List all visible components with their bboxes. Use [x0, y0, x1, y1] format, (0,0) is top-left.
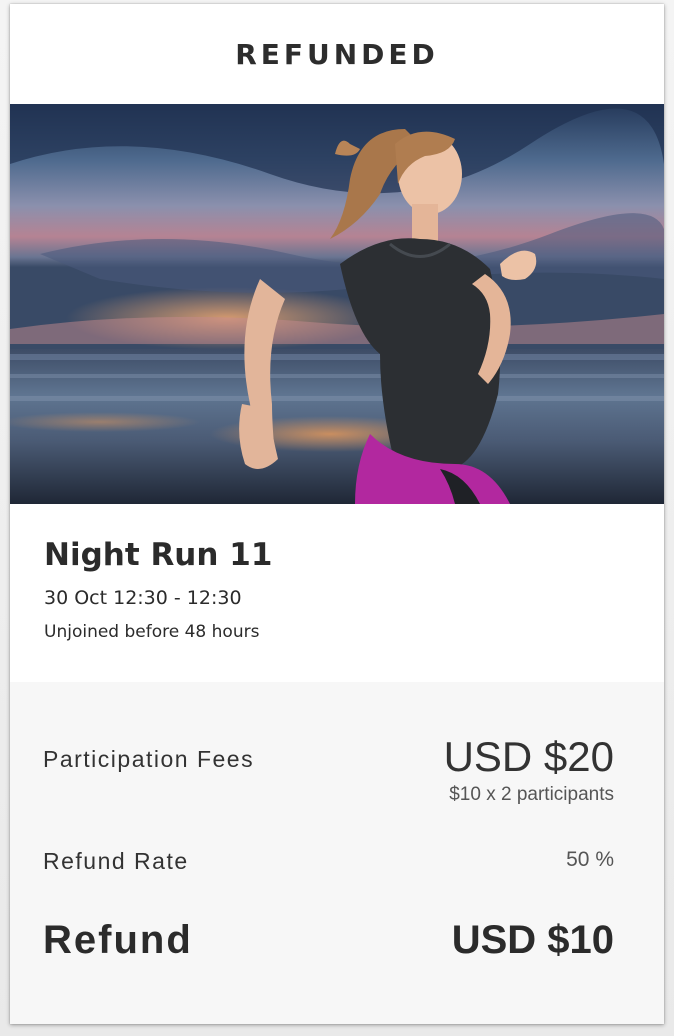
participation-fees-label: Participation Fees [43, 746, 255, 772]
participation-fees-row: Participation Fees USD $20 $10 x 2 parti… [43, 734, 614, 806]
event-hero-image [10, 104, 664, 504]
participation-fees-amount: USD $20 [443, 733, 614, 780]
status-title: REFUNDED [235, 37, 439, 71]
card-header: REFUNDED [10, 4, 664, 104]
participation-fees-value: USD $20 $10 x 2 participants [444, 734, 614, 806]
event-datetime: 30 Oct 12:30 - 12:30 [44, 587, 242, 609]
refund-label: Refund [43, 918, 193, 962]
screen-background: REFUNDED Night Run 11 30 Oct 12:30 - 12:… [0, 0, 674, 1036]
refund-card: REFUNDED Night Run 11 30 Oct 12:30 - 12:… [10, 4, 664, 1024]
refund-rate-label: Refund Rate [43, 848, 189, 874]
refund-total-row: Refund USD $10 [43, 918, 614, 963]
event-unjoin-note: Unjoined before 48 hours [44, 622, 260, 642]
refund-summary: Participation Fees USD $20 $10 x 2 parti… [10, 682, 664, 1024]
refund-amount: USD $10 [451, 918, 614, 962]
participation-fees-breakdown: $10 x 2 participants [449, 784, 614, 805]
runner-illustration [10, 104, 664, 504]
event-title: Night Run 11 [44, 537, 273, 573]
refund-rate-value: 50 % [566, 848, 614, 871]
refund-rate-row: Refund Rate 50 % [43, 848, 614, 875]
event-info: Night Run 11 30 Oct 12:30 - 12:30 Unjoin… [10, 504, 664, 650]
